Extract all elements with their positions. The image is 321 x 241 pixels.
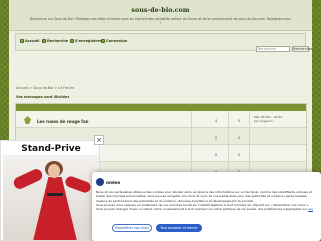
accept-button[interactable]: Tout accepter et fermer xyxy=(156,224,202,232)
post-count: 0 xyxy=(238,136,241,140)
home-icon xyxy=(20,39,24,43)
column-divider xyxy=(228,111,229,127)
table-row[interactable]: Les ruses de rouge fan 4 5 Mer 26 Mai - … xyxy=(16,111,306,128)
column-divider xyxy=(191,111,192,127)
column-divider xyxy=(249,145,250,161)
page-subtitle: Vos messages sont illisibles xyxy=(16,95,70,99)
consent-paragraph-text: Vous pouvez vous opposer au traitement d… xyxy=(96,202,310,212)
consent-logo-icon xyxy=(96,178,104,186)
close-icon[interactable]: × xyxy=(94,135,104,145)
last-post[interactable]: Mer 26 Mai - 16:54 par nygarnic xyxy=(254,115,282,123)
nav-item-label: S'enregistrer xyxy=(75,39,102,43)
site-description: Bienvenue sur Sous-de-Bio ! Partagez vos… xyxy=(30,17,291,26)
stand-prive-ad[interactable]: Stand-Prive xyxy=(0,140,100,241)
login-icon xyxy=(101,39,105,43)
nav-item-label: Recherche xyxy=(47,39,69,43)
nav-item-label: Connexion xyxy=(106,39,128,43)
column-divider xyxy=(191,128,192,144)
ad-model-arm xyxy=(63,174,93,195)
consent-paragraph: Vous pouvez vous opposer au traitement d… xyxy=(96,203,317,212)
forum-title[interactable]: Les ruses de rouge fan xyxy=(37,119,89,124)
ad-model-head xyxy=(48,164,60,178)
consent-paragraph: Nous et nos partenaires utilisons des co… xyxy=(96,190,312,203)
post-count: 0 xyxy=(238,153,241,157)
consent-link[interactable]: ses xyxy=(308,207,313,211)
search-input[interactable]: Rechercher xyxy=(256,46,290,52)
ad-model-belt xyxy=(47,193,63,196)
column-divider xyxy=(191,145,192,161)
forum-icon xyxy=(24,116,31,124)
column-divider xyxy=(249,128,250,144)
ad-photo[interactable] xyxy=(3,155,99,240)
search-icon xyxy=(42,39,46,43)
ad-title[interactable]: Stand-Prive xyxy=(1,144,99,154)
post-count: 5 xyxy=(238,119,241,123)
column-divider xyxy=(228,128,229,144)
nav-item-search[interactable]: Recherche xyxy=(42,39,68,43)
breadcrumb[interactable]: Accueil > Sous-de-Bio > Le Forum xyxy=(16,86,74,90)
column-divider xyxy=(228,145,229,161)
table-header xyxy=(16,104,306,111)
nav-item-login[interactable]: Connexion xyxy=(101,39,127,43)
topic-count: 4 xyxy=(215,119,218,123)
search-button[interactable]: Rechercher xyxy=(292,46,312,52)
site-title[interactable]: sous-de-bio.com xyxy=(9,6,312,14)
cookie-consent-dialog: nnées Nous et nos partenaires utilisons … xyxy=(92,172,321,241)
nav-item-home[interactable]: Accueil xyxy=(20,39,40,43)
settings-button[interactable]: Paramétrer vos choix xyxy=(112,224,152,232)
nav-item-register[interactable]: S'enregistrer xyxy=(70,39,102,43)
consent-title: nnées xyxy=(106,180,121,185)
site-header: sous-de-bio.com Bienvenue sur Sous-de-Bi… xyxy=(9,0,312,31)
topic-count: 0 xyxy=(215,153,218,157)
navbar: Accueil Recherche S'enregistrer Connexio… xyxy=(15,33,312,52)
consent-text: Nous et nos partenaires utilisons des co… xyxy=(96,190,317,211)
column-divider xyxy=(249,111,250,127)
topic-count: 0 xyxy=(215,136,218,140)
nav-item-label: Accueil xyxy=(25,39,40,43)
register-icon xyxy=(70,39,74,43)
ad-model-arm xyxy=(11,167,45,191)
